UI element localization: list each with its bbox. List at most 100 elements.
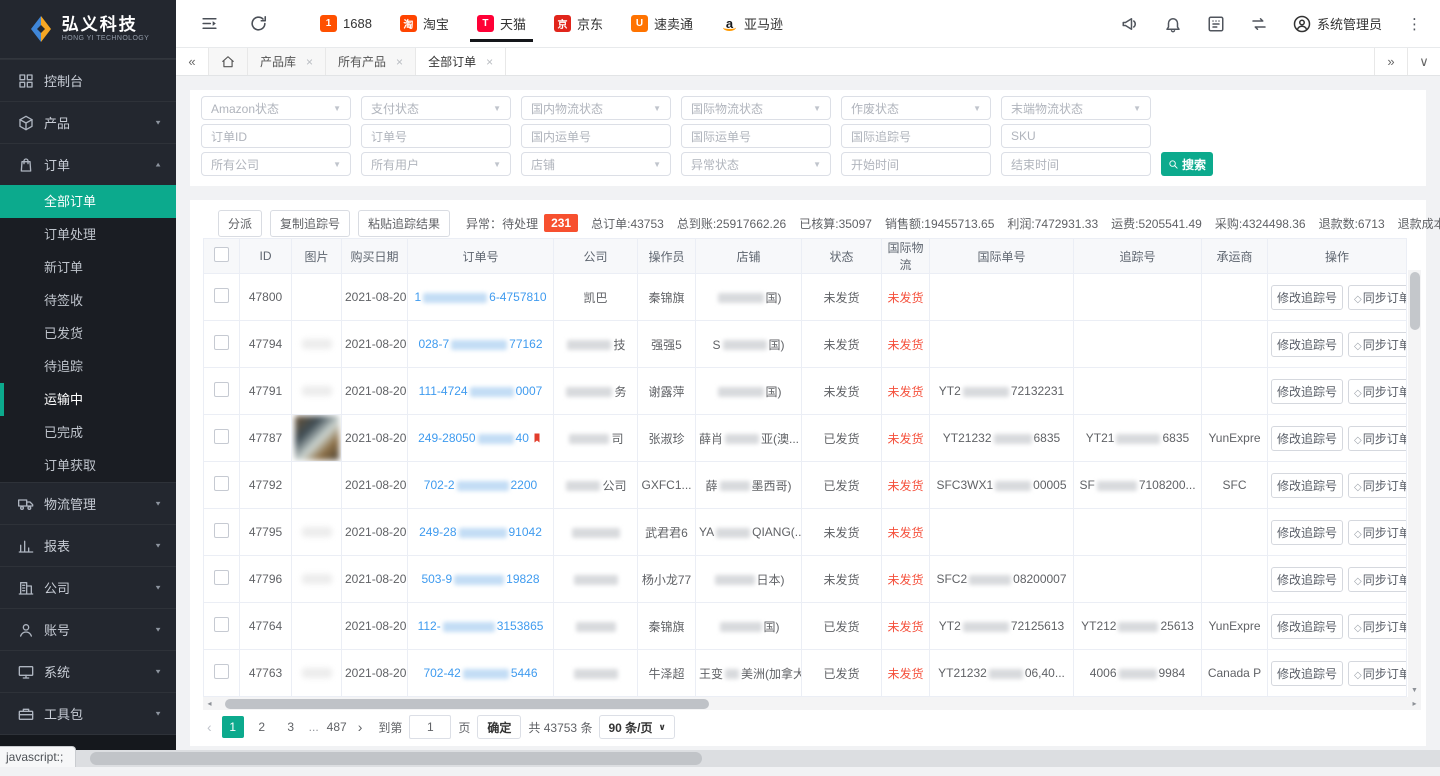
close-icon[interactable]: ×: [306, 55, 313, 69]
order-link[interactable]: 702-425446: [423, 666, 537, 680]
tabs-scroll-right-button[interactable]: »: [1374, 48, 1407, 75]
sidebar-item-order-fetch[interactable]: 订单获取: [0, 449, 176, 482]
product-image[interactable]: [295, 416, 339, 460]
horizontal-scroll-thumb[interactable]: [225, 699, 709, 709]
row-checkbox[interactable]: [214, 335, 229, 350]
more-menu-icon[interactable]: ⋮: [1407, 15, 1422, 33]
filter-sku[interactable]: SKU: [1001, 124, 1151, 148]
marketplace-tmall[interactable]: T天猫: [463, 0, 540, 47]
sidebar-item-in-transit[interactable]: 运输中: [0, 383, 176, 416]
select-all-checkbox[interactable]: [214, 247, 229, 262]
order-link[interactable]: 702-22200: [424, 478, 537, 492]
modify-tracking-button[interactable]: 修改追踪号: [1271, 332, 1343, 357]
sidebar-toggle-button[interactable]: [200, 14, 219, 33]
announcement-icon[interactable]: [1121, 15, 1139, 33]
sidebar-item-awaiting-tracking[interactable]: 待追踪: [0, 350, 176, 383]
sidebar-item-completed[interactable]: 已完成: [0, 416, 176, 449]
close-icon[interactable]: ×: [486, 55, 493, 69]
sync-order-button[interactable]: ◇同步订单: [1348, 332, 1406, 357]
filter-amazon-status[interactable]: Amazon状态▼: [201, 96, 351, 120]
modify-tracking-button[interactable]: 修改追踪号: [1271, 567, 1343, 592]
tab-all-products[interactable]: 所有产品×: [326, 48, 416, 75]
user-menu[interactable]: 系统管理员: [1293, 14, 1382, 33]
modify-tracking-button[interactable]: 修改追踪号: [1271, 473, 1343, 498]
table-horizontal-scrollbar[interactable]: ◂ ▸: [203, 697, 1421, 710]
row-checkbox[interactable]: [214, 570, 229, 585]
marketplace-jd[interactable]: 京京东: [540, 0, 617, 47]
order-link[interactable]: 249-2891042: [419, 525, 542, 539]
refresh-button[interactable]: [249, 14, 268, 33]
confirm-button[interactable]: 确定: [477, 715, 521, 739]
marketplace-1688[interactable]: 11688: [306, 0, 386, 47]
tabs-scroll-left-button[interactable]: «: [176, 48, 209, 75]
sidebar-item-products[interactable]: 产品▼: [0, 101, 176, 143]
marketplace-amazon[interactable]: a亚马逊: [707, 0, 797, 47]
modify-tracking-button[interactable]: 修改追踪号: [1271, 661, 1343, 686]
filter-intl-waybill-no[interactable]: 国际运单号: [681, 124, 831, 148]
window-scroll-thumb[interactable]: [90, 752, 702, 765]
page-2[interactable]: 2: [251, 716, 273, 738]
page-size-select[interactable]: 90 条/页∨: [599, 715, 674, 739]
search-button[interactable]: 搜索: [1161, 152, 1213, 176]
row-checkbox[interactable]: [214, 288, 229, 303]
tabs-menu-button[interactable]: ∨: [1407, 48, 1440, 75]
tab-product-library[interactable]: 产品库×: [248, 48, 326, 75]
filter-all-companies[interactable]: 所有公司▼: [201, 152, 351, 176]
pagination-next[interactable]: ›: [355, 719, 366, 735]
modify-tracking-button[interactable]: 修改追踪号: [1271, 285, 1343, 310]
filter-intl-logistics-status[interactable]: 国际物流状态▼: [681, 96, 831, 120]
sync-order-button[interactable]: ◇同步订单: [1348, 520, 1406, 545]
marketplace-taobao[interactable]: 淘淘宝: [386, 0, 463, 47]
filter-payment-status[interactable]: 支付状态▼: [361, 96, 511, 120]
sync-order-button[interactable]: ◇同步订单: [1348, 379, 1406, 404]
sidebar-item-dashboard[interactable]: 控制台: [0, 59, 176, 101]
filter-order-no[interactable]: 订单号: [361, 124, 511, 148]
order-link[interactable]: 111-47240007: [419, 384, 543, 398]
close-icon[interactable]: ×: [396, 55, 403, 69]
paste-tracking-result-button[interactable]: 粘贴追踪结果: [358, 210, 450, 237]
filter-domestic-waybill-no[interactable]: 国内运单号: [521, 124, 671, 148]
page-1[interactable]: 1: [222, 716, 244, 738]
filter-order-id[interactable]: 订单ID: [201, 124, 351, 148]
sidebar-item-order-processing[interactable]: 订单处理: [0, 218, 176, 251]
table-vertical-scrollbar[interactable]: ▼: [1408, 270, 1421, 697]
filter-shop[interactable]: 店铺▼: [521, 152, 671, 176]
filter-all-users[interactable]: 所有用户▼: [361, 152, 511, 176]
sidebar-item-logistics[interactable]: 物流管理▼: [0, 482, 176, 524]
scroll-down-arrow[interactable]: ▼: [1408, 684, 1421, 697]
row-checkbox[interactable]: [214, 429, 229, 444]
window-horizontal-scrollbar[interactable]: [0, 750, 1440, 767]
switch-icon[interactable]: [1250, 15, 1268, 33]
goto-page-input[interactable]: 1: [409, 715, 451, 739]
sync-order-button[interactable]: ◇同步订单: [1348, 426, 1406, 451]
vertical-scroll-thumb[interactable]: [1410, 272, 1420, 330]
order-link[interactable]: 112-3153865: [418, 619, 544, 633]
filter-start-time[interactable]: 开始时间: [841, 152, 991, 176]
apps-icon[interactable]: [1207, 15, 1225, 33]
row-checkbox[interactable]: [214, 523, 229, 538]
order-link[interactable]: 028-777162: [418, 337, 542, 351]
tab-home[interactable]: [209, 48, 248, 75]
sidebar-item-company[interactable]: 公司▼: [0, 566, 176, 608]
filter-intl-tracking-no[interactable]: 国际追踪号: [841, 124, 991, 148]
order-link[interactable]: 249-2805040: [418, 431, 529, 445]
sync-order-button[interactable]: ◇同步订单: [1348, 661, 1406, 686]
filter-exception-status[interactable]: 异常状态▼: [681, 152, 831, 176]
order-link[interactable]: 503-919828: [421, 572, 539, 586]
marketplace-aliexpress[interactable]: U速卖通: [617, 0, 707, 47]
modify-tracking-button[interactable]: 修改追踪号: [1271, 520, 1343, 545]
page-487[interactable]: 487: [326, 716, 348, 738]
sidebar-item-all-orders[interactable]: 全部订单: [0, 185, 176, 218]
row-checkbox[interactable]: [214, 664, 229, 679]
sidebar-item-accounts[interactable]: 账号▼: [0, 608, 176, 650]
modify-tracking-button[interactable]: 修改追踪号: [1271, 426, 1343, 451]
modify-tracking-button[interactable]: 修改追踪号: [1271, 379, 1343, 404]
sync-order-button[interactable]: ◇同步订单: [1348, 473, 1406, 498]
pagination-prev[interactable]: ‹: [204, 719, 215, 735]
modify-tracking-button[interactable]: 修改追踪号: [1271, 614, 1343, 639]
tab-all-orders[interactable]: 全部订单×: [416, 48, 506, 75]
sync-order-button[interactable]: ◇同步订单: [1348, 567, 1406, 592]
filter-domestic-logistics-status[interactable]: 国内物流状态▼: [521, 96, 671, 120]
dispatch-button[interactable]: 分派: [218, 210, 262, 237]
scroll-right-arrow[interactable]: ▸: [1408, 697, 1421, 710]
